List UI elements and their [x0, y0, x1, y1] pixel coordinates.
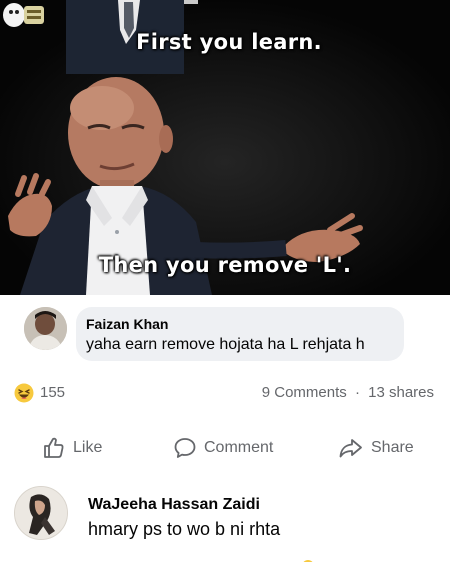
speech-bubble-icon — [174, 438, 196, 458]
thumbs-up-icon — [44, 437, 64, 458]
embedded-comment-text: yaha earn remove hojata ha L rehjata h — [86, 336, 365, 353]
facebook-post: First you learn. Then you remove 'L'. Fa… — [0, 0, 450, 562]
watermark-logo — [3, 3, 44, 27]
share-arrow-icon — [339, 439, 362, 458]
like-label: Like — [73, 439, 103, 456]
meme-caption-top: First you learn. — [136, 30, 322, 54]
haha-emoji-icon[interactable] — [14, 383, 34, 403]
share-button[interactable]: Share — [338, 434, 414, 462]
comment-text: hmary ps to wo b ni rhta — [88, 519, 281, 539]
meme-image[interactable]: First you learn. Then you remove 'L'. — [0, 0, 450, 295]
commenter-name[interactable]: WaJeeha Hassan Zaidi — [88, 496, 260, 514]
reaction-count[interactable]: 155 — [40, 384, 65, 401]
reactions-bar: 155 9 Comments · 13 shares — [0, 378, 450, 408]
share-label: Share — [371, 439, 414, 456]
post-stats: 9 Comments · 13 shares — [262, 384, 434, 401]
shares-count[interactable]: 13 shares — [368, 384, 434, 401]
action-bar: Like Comment Share — [0, 428, 450, 468]
comment-item: WaJeeha Hassan Zaidi hmary ps to wo b ni… — [0, 482, 450, 562]
stats-separator: · — [354, 384, 360, 401]
comment-label: Comment — [204, 439, 274, 456]
embedded-comment-bubble: Faizan Khan yaha earn remove hojata ha L… — [76, 307, 404, 361]
like-button[interactable]: Like — [42, 434, 102, 462]
comments-count[interactable]: 9 Comments — [262, 384, 347, 401]
comment-button[interactable]: Comment — [173, 434, 273, 462]
cut-off-next-line — [303, 560, 313, 562]
commenter-avatar[interactable] — [14, 486, 68, 540]
embedded-comment-author: Faizan Khan — [86, 316, 169, 332]
embedded-comment: Faizan Khan yaha earn remove hojata ha L… — [0, 295, 450, 365]
embedded-comment-avatar — [24, 307, 67, 350]
meme-caption-bottom: Then you remove 'L'. — [98, 253, 352, 277]
